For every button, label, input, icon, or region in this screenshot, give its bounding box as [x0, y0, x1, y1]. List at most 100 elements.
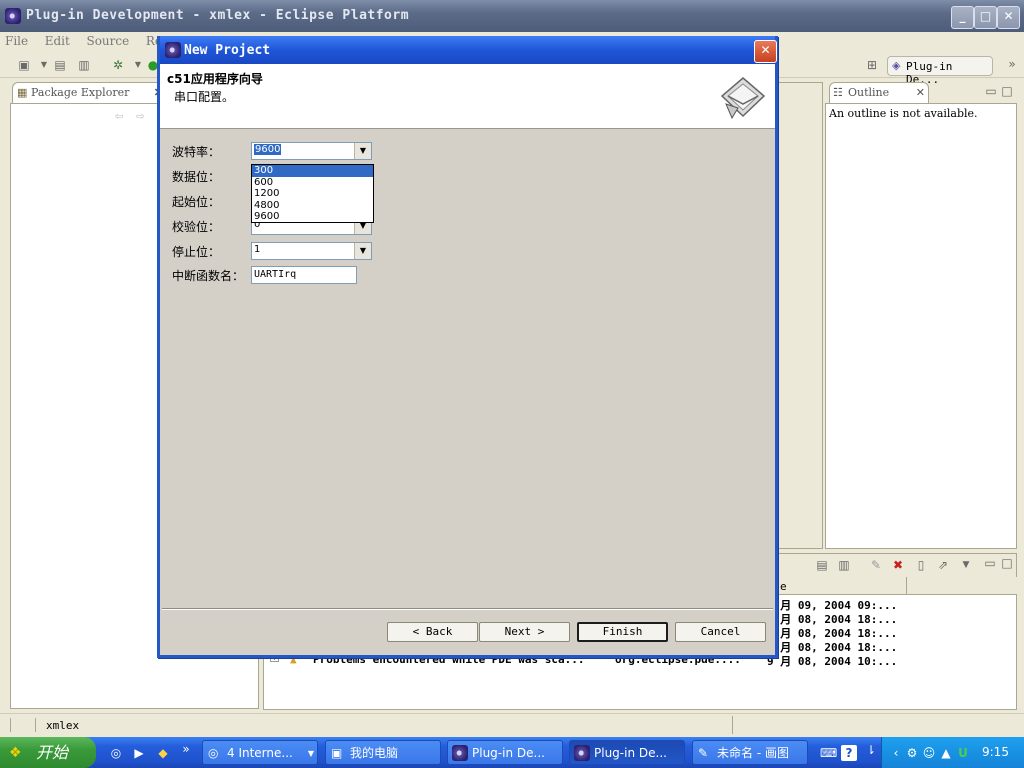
- print-icon[interactable]: ▥: [76, 57, 92, 73]
- eclipse-icon: [452, 745, 468, 761]
- start-label: 开始: [36, 743, 69, 762]
- button-bar-separator: [162, 608, 773, 610]
- help-icon[interactable]: ?: [841, 745, 857, 761]
- network-icon[interactable]: ⚙: [904, 745, 920, 761]
- debug-icon[interactable]: ✲: [110, 57, 126, 73]
- maximize-icon[interactable]: □: [999, 83, 1015, 99]
- chevron-down-icon[interactable]: ▼: [354, 143, 371, 159]
- stop-bits-combo[interactable]: 1 ▼: [251, 242, 372, 260]
- dialog-title-bar[interactable]: New Project ✕: [160, 36, 777, 64]
- keyboard-icon[interactable]: ⌨: [820, 745, 837, 761]
- minimize-button[interactable]: _: [951, 6, 974, 29]
- wizard-title: c51应用程序向导: [167, 72, 263, 86]
- chevron-down-icon[interactable]: ▼: [354, 243, 371, 259]
- outline-message: An outline is not available.: [829, 107, 978, 120]
- ie-icon: ◎: [208, 746, 219, 760]
- parity-label: 校验位：: [172, 220, 221, 234]
- tab-outline[interactable]: ☷ Outline ✕: [829, 82, 929, 103]
- more-quicklaunch-icon[interactable]: »: [178, 741, 194, 757]
- data-bits-label: 数据位：: [172, 170, 221, 184]
- close-icon[interactable]: ✕: [916, 83, 925, 102]
- finish-button[interactable]: Finish: [577, 622, 668, 642]
- eclipse-icon: [5, 8, 21, 24]
- task-label: Plug-in De...: [594, 746, 667, 760]
- task-paint[interactable]: ✎ 未命名 - 画图: [692, 740, 808, 765]
- ime-options-icon[interactable]: ⇂: [863, 742, 879, 758]
- task-eclipse-1[interactable]: Plug-in De...: [447, 740, 563, 765]
- interrupt-name-field[interactable]: UARTIrq: [251, 266, 357, 284]
- clear-icon[interactable]: ✎: [868, 557, 884, 573]
- task-label: 我的电脑: [350, 746, 399, 760]
- u-app-icon[interactable]: U: [955, 745, 971, 761]
- column-divider[interactable]: [906, 577, 907, 595]
- filter-icon[interactable]: ▤: [814, 557, 830, 573]
- chevron-down-icon[interactable]: ▼: [958, 557, 974, 573]
- list-item[interactable]: 9600: [252, 211, 373, 223]
- wizard-banner-icon: [720, 77, 766, 120]
- clock[interactable]: 9:15: [982, 745, 1009, 759]
- wizard-header: c51应用程序向导 串口配置。: [160, 64, 775, 129]
- agent-icon[interactable]: ☺: [921, 745, 937, 761]
- list-item[interactable]: 4800: [252, 200, 373, 212]
- plugin-icon: ◈: [892, 59, 901, 72]
- menu-source[interactable]: Source: [81, 32, 134, 50]
- copy-icon[interactable]: ▯: [913, 557, 929, 573]
- system-tray: ‹ ⚙ ☺ ▲ U 9:15: [881, 737, 1024, 768]
- chevron-down-icon[interactable]: ▼: [36, 57, 52, 73]
- tab-package-explorer[interactable]: ▦ Package Explorer ✕: [12, 82, 172, 103]
- list-item[interactable]: 600: [252, 177, 373, 189]
- task-internet-explorer[interactable]: ◎ 4 Interne... ▼: [202, 740, 318, 765]
- close-button[interactable]: ✕: [997, 6, 1020, 29]
- minimize-icon[interactable]: ▭: [982, 555, 998, 571]
- collapse-icon[interactable]: ▥: [836, 557, 852, 573]
- menu-edit[interactable]: Edit: [40, 32, 75, 50]
- computer-icon: ▣: [331, 746, 343, 760]
- dialog-close-button[interactable]: ✕: [754, 40, 777, 63]
- media-player-icon[interactable]: ▶: [131, 745, 147, 761]
- new-wizard-icon[interactable]: ▣: [16, 57, 32, 73]
- export-icon[interactable]: ⇗: [935, 557, 951, 573]
- cancel-button[interactable]: Cancel: [675, 622, 766, 642]
- status-divider: [732, 716, 733, 734]
- problems-header[interactable]: e: [777, 577, 1017, 595]
- wizard-message: 串口配置。: [174, 90, 235, 104]
- ie-quicklaunch-icon[interactable]: ◎: [108, 745, 124, 761]
- tray-expand-icon[interactable]: ‹: [888, 745, 904, 761]
- back-button[interactable]: < Back: [387, 622, 478, 642]
- baud-rate-combo[interactable]: 9600 ▼: [251, 142, 372, 160]
- security-icon[interactable]: ▲: [938, 745, 954, 761]
- problem-date: 9 月 08, 2004 10:...: [767, 655, 898, 668]
- task-eclipse-2[interactable]: Plug-in De...: [569, 740, 685, 765]
- main-title-bar[interactable]: Plug-in Development - xmlex - Eclipse Pl…: [0, 0, 1024, 32]
- start-button[interactable]: ❖ 开始: [0, 737, 96, 768]
- windows-logo-icon: ❖: [9, 745, 22, 761]
- tab-label: Outline: [848, 86, 890, 99]
- package-icon: ▦: [17, 86, 28, 99]
- fish-icon[interactable]: ◆: [155, 745, 171, 761]
- status-divider: [10, 718, 11, 732]
- paint-icon: ✎: [698, 746, 709, 760]
- column-header-created: e: [780, 580, 787, 593]
- list-item[interactable]: 300: [252, 165, 373, 177]
- baud-rate-label: 波特率：: [172, 145, 221, 159]
- open-perspective-icon[interactable]: ⊞: [864, 57, 880, 73]
- task-my-computer[interactable]: ▣ 我的电脑: [325, 740, 441, 765]
- status-bar: xmlex: [0, 713, 1024, 737]
- back-arrow-icon[interactable]: ⇦: [115, 108, 123, 124]
- start-bits-label: 起始位：: [172, 195, 221, 209]
- outline-icon: ☷: [833, 86, 843, 99]
- next-button[interactable]: Next >: [479, 622, 570, 642]
- delete-icon[interactable]: ✖: [890, 557, 906, 573]
- list-item[interactable]: 1200: [252, 188, 373, 200]
- minimize-icon[interactable]: ▭: [983, 83, 999, 99]
- combo-value: 9600: [254, 144, 282, 155]
- chevron-down-icon[interactable]: ▼: [130, 57, 146, 73]
- more-perspectives-icon[interactable]: »: [1004, 56, 1020, 72]
- maximize-button[interactable]: □: [974, 6, 997, 29]
- perspective-switcher[interactable]: ◈ Plug-in De...: [887, 56, 993, 86]
- forward-arrow-icon[interactable]: ⇨: [136, 108, 144, 124]
- field-value: UARTIrq: [254, 269, 297, 280]
- save-icon[interactable]: ▤: [52, 57, 68, 73]
- maximize-icon[interactable]: □: [999, 555, 1015, 571]
- menu-file[interactable]: File: [0, 32, 33, 50]
